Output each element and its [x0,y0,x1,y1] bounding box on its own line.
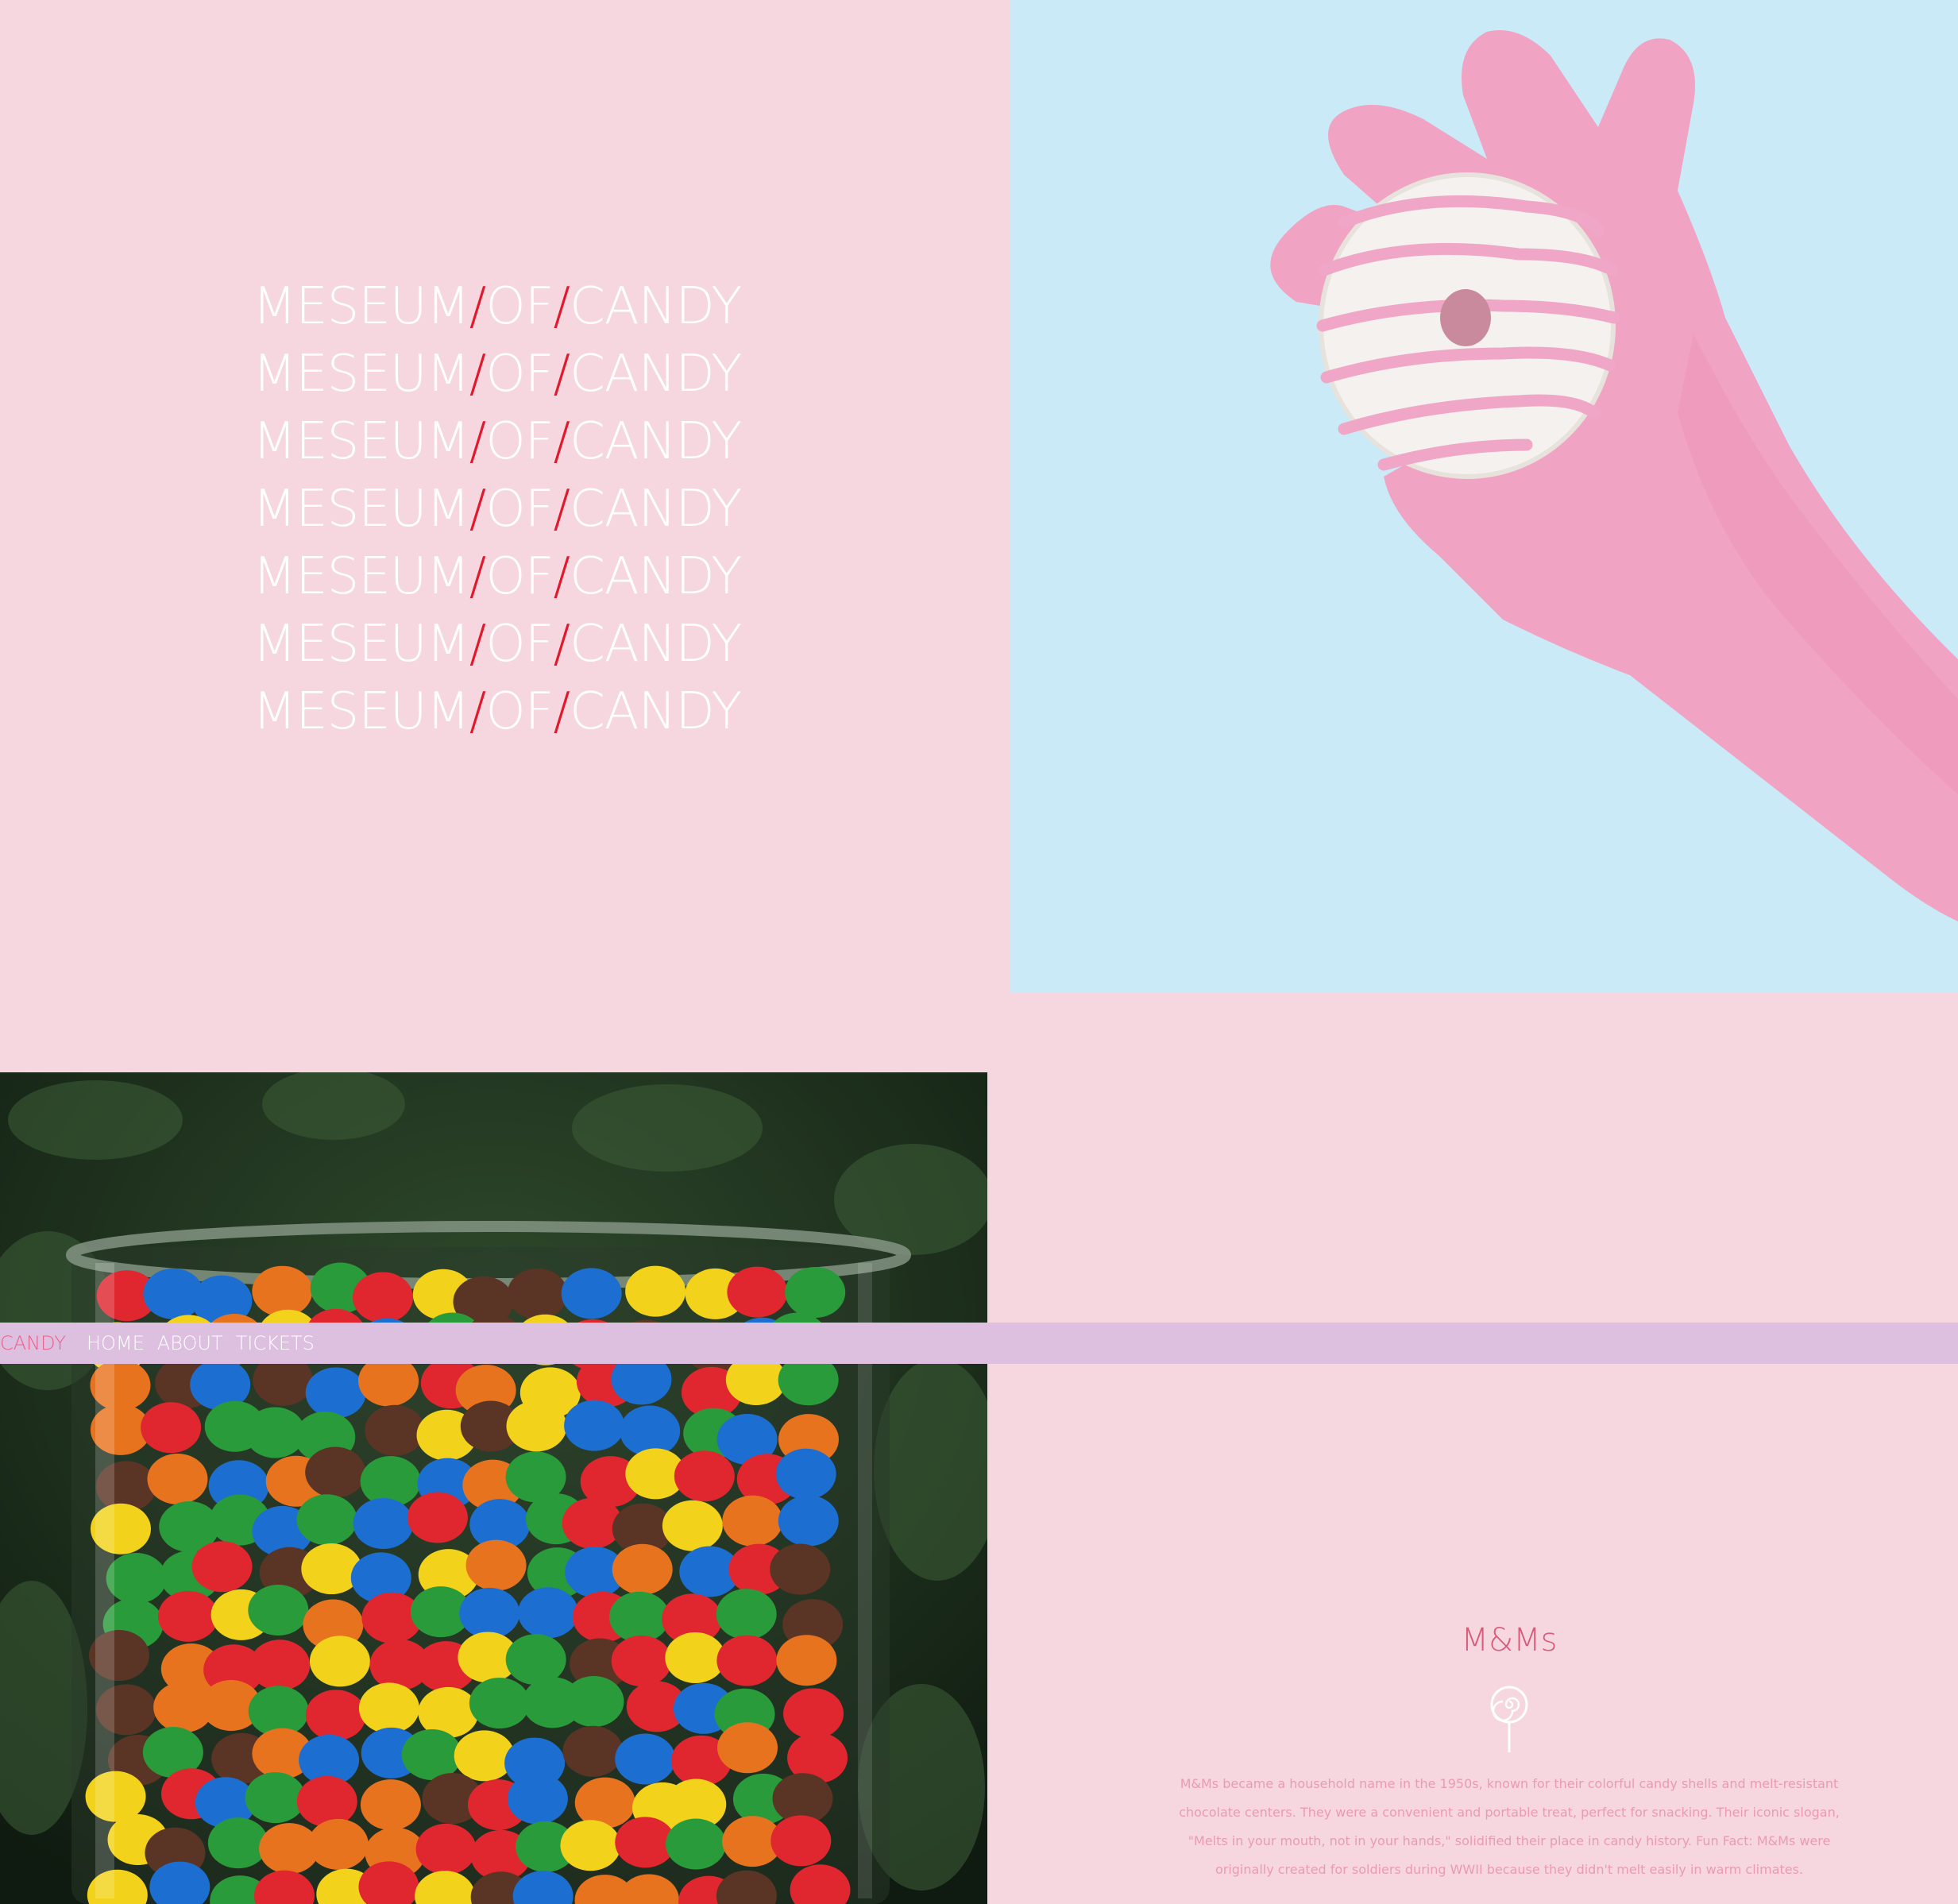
hero-title-line: MESEUM/OF/CANDY [253,547,742,606]
donut-glove-image [1010,0,1958,993]
candy-piece [560,1820,621,1871]
candy-piece [415,1823,477,1875]
candy-piece [469,1678,530,1729]
candy-piece [305,1367,366,1419]
candy-piece [353,1272,414,1323]
candy-piece [625,1265,686,1317]
candy-piece [191,1541,253,1593]
candy-piece [147,1453,208,1504]
candy-piece [612,1543,673,1595]
candy-piece [85,1771,146,1822]
candy-piece [776,1635,837,1686]
candy-piece [507,1773,568,1825]
info-title: M&Ms [1461,1622,1558,1659]
candy-jar-image [0,1072,987,1904]
candy-piece [562,1725,624,1777]
candy-piece [309,1636,370,1687]
info-body-text: M&Ms became a household name in the 1950… [1179,1776,1840,1877]
hero-title-stack: MESEUM/OF/CANDY MESEUM/OF/CANDY MESEUM/O… [253,273,825,746]
candy-piece [106,1552,167,1604]
candy-piece [716,1635,778,1686]
candy-piece [563,1676,624,1728]
candy-piece [365,1404,426,1456]
candy-piece [674,1450,735,1502]
hero-title-line: MESEUM/OF/CANDY [253,277,742,336]
candy-piece [665,1632,726,1683]
candy-piece [564,1400,625,1451]
candy-piece [305,1690,366,1741]
candy-piece [407,1492,468,1543]
candy-piece [296,1775,357,1827]
nav-link-home[interactable]: HOME [87,1332,145,1354]
candy-piece [157,1590,218,1642]
candy-piece [722,1495,783,1547]
candy-piece [775,1448,836,1500]
candy-piece [666,1818,727,1870]
candy-piece [783,1688,844,1740]
candy-piece [778,1495,839,1547]
candy-piece [301,1543,362,1595]
nav-brand[interactable]: CANDY [0,1332,66,1354]
candy-piece [615,1733,676,1785]
nav-link-about[interactable]: ABOUT [157,1332,223,1354]
candy-piece [353,1498,414,1550]
candy-piece [401,1728,462,1780]
candy-piece [506,1400,567,1452]
candy-piece [609,1591,670,1643]
candy-piece [307,1818,369,1870]
candy-piece [459,1587,520,1639]
candy-piece [454,1730,515,1782]
candy-piece [358,1682,419,1734]
candy-piece [245,1772,306,1824]
candy-piece [360,1779,421,1831]
candy-piece [249,1639,311,1691]
candy-piece [770,1815,832,1867]
candy-piece [727,1266,788,1318]
candy-piece [518,1587,579,1639]
candy-piece [141,1402,202,1454]
candy-piece [561,1268,622,1319]
hero-title-line: MESEUM/OF/CANDY [253,682,742,741]
candy-piece [207,1817,268,1869]
candy-piece [611,1636,672,1687]
candy-piece [717,1722,778,1774]
nav-bar: CANDY HOME ABOUT TICKETS [0,1323,1958,1364]
lollipop-icon [1490,1686,1528,1752]
candy-piece [662,1500,723,1551]
hero-title-line: MESEUM/OF/CANDY [253,615,742,674]
candy-piece [770,1543,831,1595]
candy-piece [252,1265,313,1317]
candy-piece [305,1446,366,1498]
hero-title-line: MESEUM/OF/CANDY [253,412,742,471]
candy-piece [248,1585,309,1636]
candy-piece [296,1494,357,1546]
nav-link-tickets[interactable]: TICKETS [236,1332,315,1354]
candy-piece [505,1634,566,1686]
candy-piece [507,1268,568,1319]
candy-piece [785,1267,846,1319]
hero-title-line: MESEUM/OF/CANDY [253,480,742,539]
hero-title-line: MESEUM/OF/CANDY [253,345,742,404]
info-section: M&Ms M&Ms became a household name in the… [1160,1612,1859,1884]
candy-piece [716,1589,777,1640]
candy-piece [465,1539,527,1591]
